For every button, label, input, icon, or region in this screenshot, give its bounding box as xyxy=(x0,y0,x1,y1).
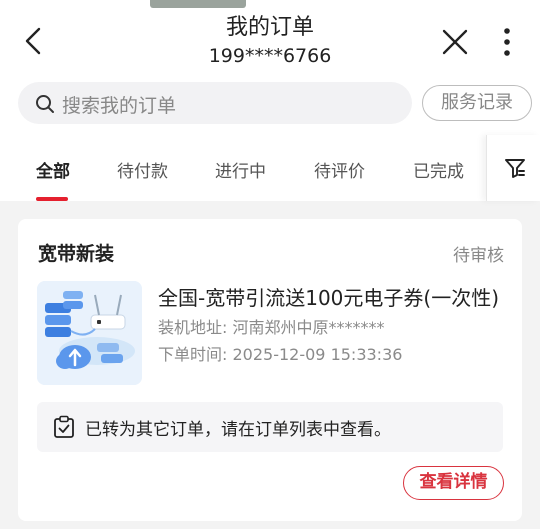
order-time: 下单时间: 2025-12-09 15:33:36 xyxy=(158,341,402,365)
tab-in-progress[interactable]: 进行中 xyxy=(215,157,266,182)
order-notice: 已转为其它订单，请在订单列表中查看。 xyxy=(37,402,503,452)
product-name: 全国-宽带引流送100元电子券(一次性) xyxy=(158,286,499,310)
close-button[interactable] xyxy=(441,28,469,56)
close-icon xyxy=(442,29,468,55)
search-input[interactable]: 搜索我的订单 xyxy=(18,82,412,124)
tab-all[interactable]: 全部 xyxy=(36,157,70,182)
order-type: 宽带新装 xyxy=(38,243,115,265)
install-address-label: 装机地址: xyxy=(158,318,228,337)
active-tab-indicator xyxy=(36,197,68,201)
order-card[interactable]: 宽带新装 待审核 全国-宽带引流送100元电子券(一次性) 装机地址: 河南郑州… xyxy=(18,219,522,521)
order-time-label: 下单时间: xyxy=(158,345,228,364)
install-address: 装机地址: 河南郑州中原******* xyxy=(158,314,385,338)
install-address-value: 河南郑州中原******* xyxy=(232,318,385,337)
status-bar-pill xyxy=(150,0,246,8)
more-button[interactable] xyxy=(497,26,517,58)
clipboard-check-icon xyxy=(54,415,74,438)
service-records-button[interactable]: 服务记录 xyxy=(422,85,532,121)
tab-completed[interactable]: 已完成 xyxy=(413,157,464,182)
tab-pending-payment[interactable]: 待付款 xyxy=(117,157,168,182)
search-placeholder: 搜索我的订单 xyxy=(62,95,177,117)
view-details-button[interactable]: 查看详情 xyxy=(403,466,504,500)
order-status: 待审核 xyxy=(453,246,504,266)
search-icon xyxy=(36,95,54,113)
tab-pending-review[interactable]: 待评价 xyxy=(314,157,365,182)
filter-button[interactable] xyxy=(486,135,540,201)
notice-text: 已转为其它订单，请在订单列表中查看。 xyxy=(85,420,391,440)
order-time-value: 2025-12-09 15:33:36 xyxy=(232,345,403,364)
product-image xyxy=(37,281,142,385)
status-bar xyxy=(0,0,540,8)
search-row: 搜索我的订单 服务记录 xyxy=(0,70,540,135)
order-tabs: 全部 待付款 进行中 待评价 已完成 xyxy=(0,135,540,201)
more-vertical-icon xyxy=(504,28,510,56)
filter-icon xyxy=(505,159,525,178)
header: 我的订单 199****6766 xyxy=(0,8,540,70)
